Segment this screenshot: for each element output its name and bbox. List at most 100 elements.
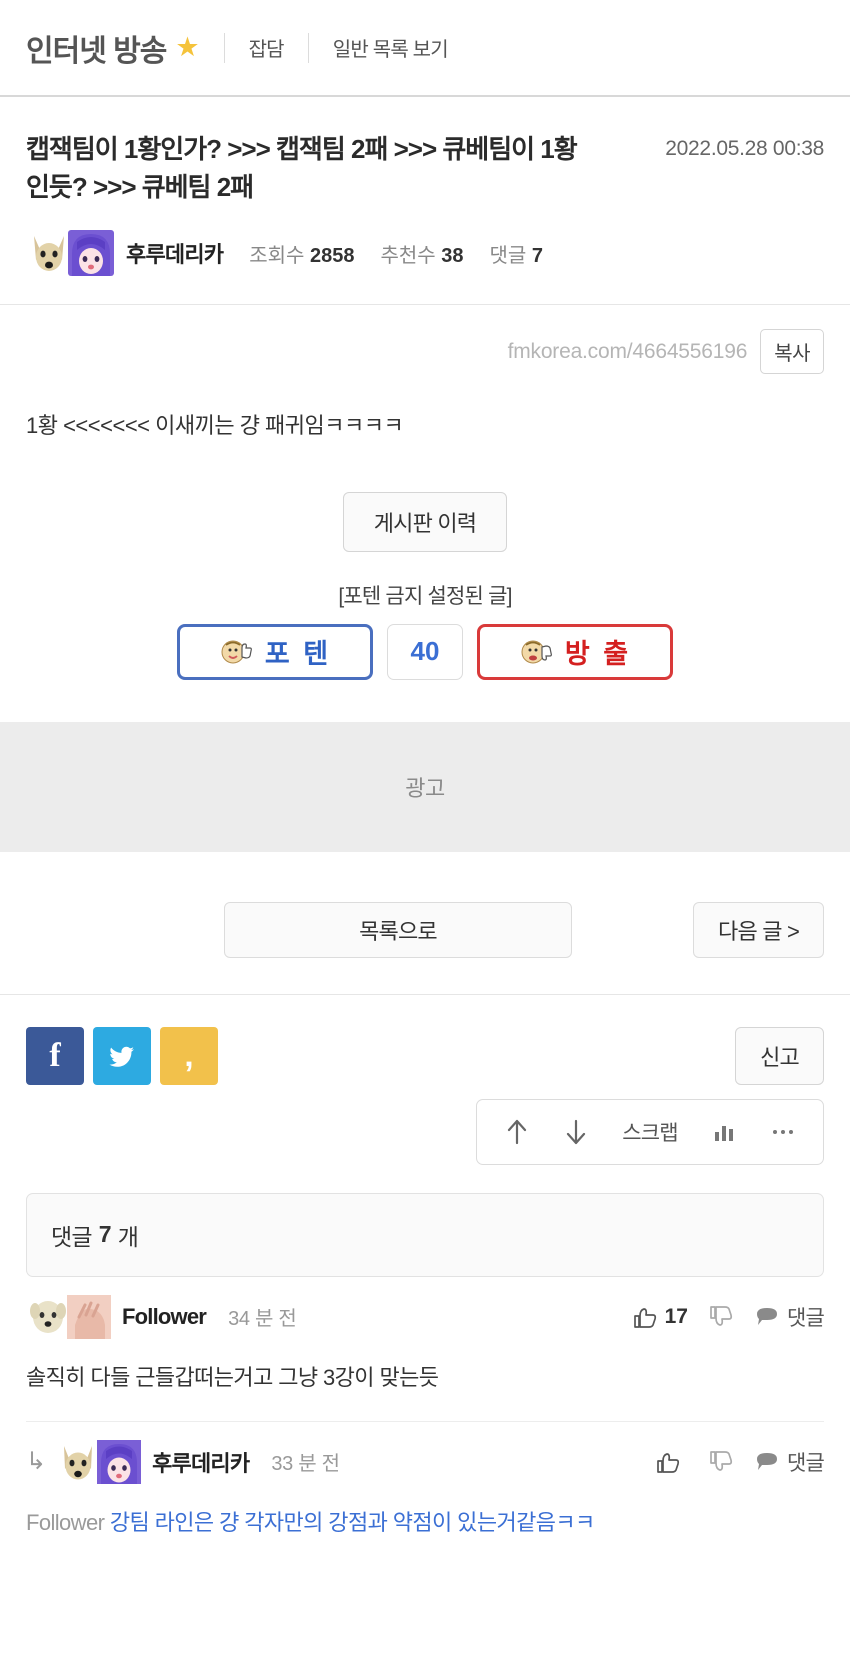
twitter-share-icon[interactable]	[93, 1026, 151, 1085]
comment-mention[interactable]: Follower	[26, 1510, 105, 1535]
ellipsis-icon	[773, 1129, 794, 1134]
sns-group: f ‚	[26, 1026, 218, 1085]
comment-bubble-icon	[756, 1452, 777, 1470]
action-bar-wrap: 스크랩	[0, 1085, 850, 1165]
dog-avatar-icon	[30, 1300, 66, 1333]
scrap-action[interactable]: 스크랩	[622, 1117, 678, 1147]
comment-avatar[interactable]	[26, 1294, 111, 1339]
post-body: 1황 <<<<<<< 이새끼는 걍 패귀임ㅋㅋㅋㅋ	[26, 413, 404, 439]
thumbs-down-face-icon	[521, 640, 552, 664]
comments-value: 7	[531, 244, 543, 267]
comment-like-count: 17	[664, 1304, 688, 1328]
header-divider-1	[223, 32, 225, 63]
vote-row: 포 텐 40 방 출	[0, 623, 850, 680]
hand-photo-avatar-icon	[67, 1294, 111, 1339]
copy-button[interactable]: 복사	[760, 329, 824, 375]
views-meta: 조회수 2858	[249, 239, 354, 268]
poten-down-button[interactable]: 방 출	[477, 623, 673, 680]
comment-dislike-action[interactable]	[708, 1304, 734, 1330]
post-date: 2022.05.28 00:38	[665, 137, 824, 160]
poten-block: [포텐 금지 설정된 글] 포 텐 40 방 출	[0, 580, 850, 680]
kakao-share-icon[interactable]: ‚	[160, 1026, 218, 1085]
report-button[interactable]: 신고	[735, 1026, 824, 1085]
poten-up-button[interactable]: 포 텐	[177, 623, 373, 680]
article-url: fmkorea.com/4664556196	[507, 339, 748, 363]
views-value: 2858	[309, 244, 355, 267]
post-title: 캡잭팀이 1황인가? >>> 캡잭팀 2패 >>> 큐베팀이 1황인듯? >>>…	[26, 134, 578, 202]
views-label: 조회수	[249, 244, 305, 267]
comment-like-action[interactable]: 17	[632, 1304, 688, 1330]
comment-reply-action[interactable]: 댓글	[754, 1302, 825, 1332]
comment-dislike-action[interactable]	[708, 1449, 734, 1475]
thumbs-up-icon	[657, 1452, 680, 1473]
comment-avatar[interactable]	[56, 1439, 142, 1484]
comments-meta: 댓글 7	[489, 239, 543, 268]
url-row: fmkorea.com/4664556196 복사	[0, 305, 850, 375]
header-divider-2	[307, 32, 309, 63]
vote-down-action[interactable]	[563, 1117, 589, 1147]
dog-avatar-icon	[34, 236, 64, 272]
comments-label: 댓글	[489, 244, 527, 267]
thumbs-up-face-icon	[221, 640, 252, 664]
avatar[interactable]	[26, 230, 114, 277]
dog-avatar-icon	[64, 1445, 93, 1480]
title-row: 캡잭팀이 1황인가? >>> 캡잭팀 2패 >>> 큐베팀이 1황인듯? >>>…	[26, 131, 824, 206]
comment-header: Follower 34 분 전 17 댓글	[26, 1294, 825, 1339]
board-title: 인터넷 방송	[26, 34, 167, 68]
facebook-share-icon[interactable]: f	[26, 1026, 84, 1085]
likes-meta: 추천수 38	[380, 239, 463, 268]
comment-text: 솔직히 다들 근들갑떠는거고 그냥 3강이 맞는듯	[26, 1364, 439, 1390]
comment-bubble-icon	[756, 1307, 777, 1325]
board-history-button[interactable]: 게시판 이력	[342, 491, 508, 552]
comment-count-prefix: 댓글	[51, 1223, 93, 1250]
thumbs-up-icon	[633, 1307, 656, 1328]
header-link-chat[interactable]: 잡담	[249, 33, 285, 62]
next-post-button[interactable]: 다음 글 >	[693, 901, 824, 958]
comment-text: Follower 강팀 라인은 걍 각자만의 강점과 약점이 있는거같음ㅋㅋ	[26, 1484, 824, 1550]
more-action[interactable]	[770, 1119, 796, 1145]
poten-note: [포텐 금지 설정된 글]	[338, 584, 512, 608]
author-meta-row: 후루데리카 조회수 2858 추천수 38 댓글 7	[26, 230, 824, 304]
author-name[interactable]: 후루데리카	[126, 237, 224, 269]
stats-action[interactable]	[711, 1119, 737, 1145]
vote-up-action[interactable]	[504, 1117, 530, 1147]
likes-label: 추천수	[380, 244, 436, 267]
ad-banner[interactable]: 광고	[0, 721, 850, 852]
twitter-bird-icon	[109, 1046, 134, 1067]
comment-reply-label: 댓글	[786, 1451, 825, 1475]
comment-count-box: 댓글 7 개	[26, 1192, 824, 1277]
board-history-block: 게시판 이력	[0, 491, 850, 552]
comments-section: 댓글 7 개 Follower 34 분 전 17 댓글 솔직히 다들 근들갑떠…	[0, 1165, 850, 1566]
comment-author-block: Follower 34 분 전	[26, 1294, 297, 1339]
go-to-list-button[interactable]: 목록으로	[224, 901, 572, 958]
star-icon[interactable]: ★	[175, 34, 199, 61]
anime-avatar-icon	[68, 230, 114, 277]
thumbs-down-icon	[710, 1305, 733, 1326]
scrap-label: 스크랩	[622, 1121, 678, 1145]
comment-reply-label: 댓글	[786, 1306, 825, 1330]
likes-value: 38	[441, 244, 464, 267]
header-link-list[interactable]: 일반 목록 보기	[333, 33, 449, 62]
comment-actions: 17 댓글	[632, 1302, 825, 1332]
comment-count-value: 7	[98, 1221, 112, 1248]
anime-avatar-icon	[97, 1439, 142, 1484]
comment-author-name[interactable]: 후루데리카	[152, 1446, 250, 1478]
poten-score[interactable]: 40	[387, 623, 463, 680]
comment-time: 34 분 전	[228, 1308, 297, 1331]
action-bar: 스크랩	[476, 1098, 824, 1165]
comment-author-name[interactable]: Follower	[122, 1304, 207, 1330]
comment-actions: 댓글	[655, 1447, 825, 1477]
comment-like-action[interactable]	[655, 1449, 688, 1475]
post-nav-row: 목록으로 다음 글 >	[0, 852, 850, 994]
comment-text-content: 강팀 라인은 걍 각자만의 강점과 약점이 있는거같음ㅋㅋ	[109, 1509, 595, 1535]
chart-icon	[715, 1125, 734, 1141]
comment-reply-action[interactable]: 댓글	[754, 1447, 825, 1477]
comment-time: 33 분 전	[271, 1453, 340, 1476]
arrow-down-icon	[566, 1119, 586, 1144]
comment-header: ↳ 후루데리카 33 분 전 댓글	[26, 1439, 825, 1484]
share-row: f ‚ 신고	[0, 995, 850, 1085]
comment-item: Follower 34 분 전 17 댓글 솔직히 다들 근들갑떠는거고 그냥 …	[26, 1277, 825, 1422]
comment-author-block: ↳ 후루데리카 33 분 전	[26, 1439, 340, 1484]
comment-item: ↳ 후루데리카 33 분 전 댓글 Follower 강팀 라인은 걍 각자만의…	[26, 1422, 825, 1566]
poten-down-label: 방 출	[564, 639, 632, 670]
